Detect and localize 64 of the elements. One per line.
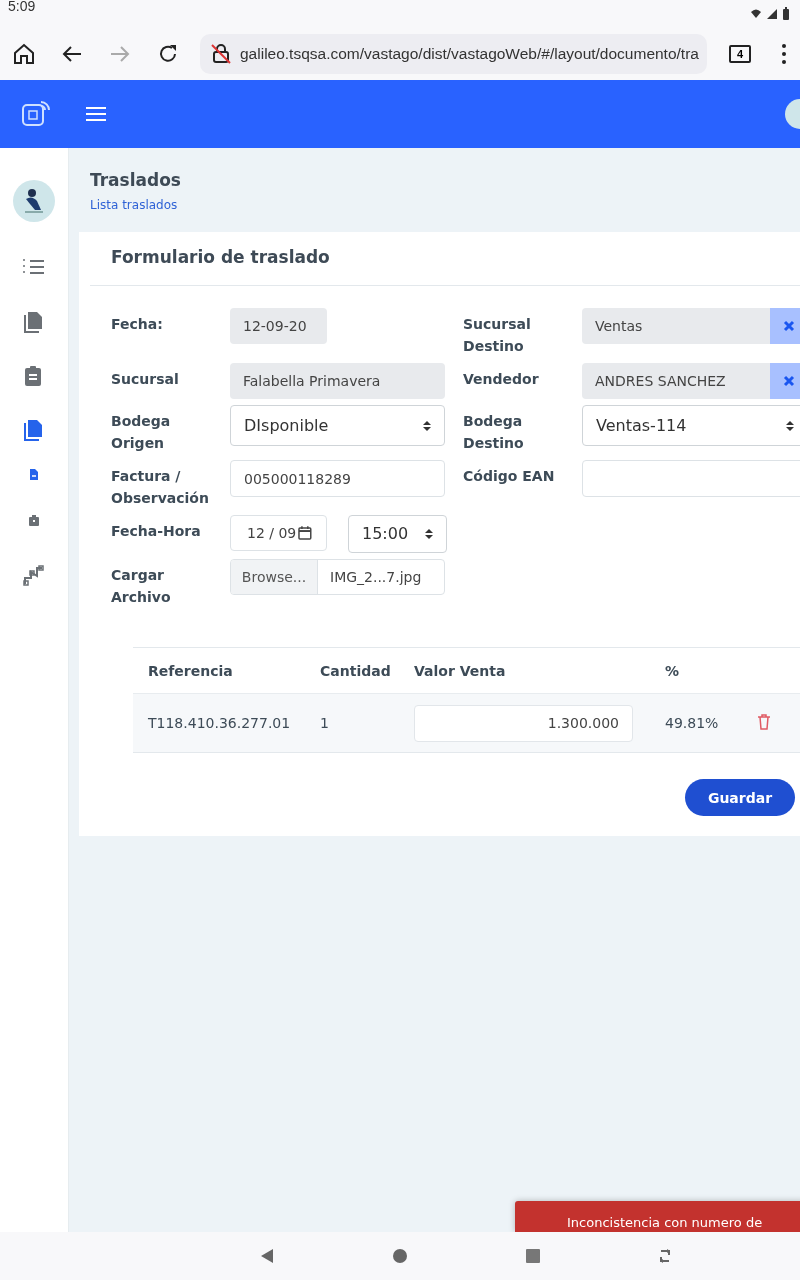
select-field[interactable]: Ventas-114	[582, 405, 800, 446]
browse-button[interactable]: Browse...	[231, 560, 318, 594]
home-icon[interactable]	[12, 42, 36, 66]
sort-caret-icon	[425, 528, 433, 540]
menu-icon[interactable]	[86, 106, 106, 122]
clipboard-icon[interactable]	[28, 514, 40, 526]
readonly-field: Falabella Primavera	[230, 363, 445, 399]
chart-icon[interactable]	[22, 564, 46, 588]
more-menu-icon[interactable]	[781, 42, 787, 66]
battery-icon	[782, 7, 790, 21]
toast-message: Inconcistencia con numero de	[567, 1215, 763, 1230]
readonly-field: ANDRES SANCHEZ	[582, 363, 770, 399]
avatar-icon[interactable]	[13, 180, 55, 222]
save-button[interactable]: Guardar	[685, 779, 795, 816]
file-field[interactable]: Browse... IMG_2...7.jpg	[230, 559, 445, 595]
field-label: Cargar Archivo	[111, 566, 172, 607]
select-field[interactable]: DIsponible	[230, 405, 445, 446]
tab-count-button[interactable]: 4	[729, 45, 751, 63]
field-label: Vendedor	[463, 370, 540, 389]
input-field[interactable]	[582, 460, 800, 497]
document-icon[interactable]	[28, 468, 40, 480]
rotate-icon[interactable]	[658, 1248, 672, 1264]
time-select[interactable]: 15:00	[348, 515, 447, 553]
field-label: Sucursal	[111, 370, 180, 389]
table-cell-text: 49.81%	[665, 715, 720, 731]
clear-button[interactable]	[770, 308, 800, 344]
column-header: Valor Venta	[414, 662, 507, 679]
input-field[interactable]: 1.300.000	[414, 704, 633, 742]
readonly-field: 12-09-20	[230, 308, 327, 344]
form-title: Formulario de traslado	[110, 246, 331, 269]
field-label: Bodega Destino	[463, 412, 525, 453]
column-header: %	[665, 662, 681, 679]
date-field[interactable]: 12 / 09	[230, 515, 327, 551]
sort-caret-icon	[786, 419, 794, 432]
input-field[interactable]: 005000118289	[230, 460, 445, 497]
sort-caret-icon	[423, 419, 431, 432]
url-text: galileo.tsqsa.com/vastago/dist/vastagoWeb/#/layout/documento/tra	[240, 45, 699, 63]
address-bar[interactable]: galileo.tsqsa.com/vastago/dist/vastagoWeb/#/layout/documento/tra	[200, 34, 707, 74]
back-nav-icon[interactable]	[259, 1248, 275, 1264]
readonly-field: Ventas	[582, 308, 770, 344]
nfc-logo-icon[interactable]	[21, 99, 51, 129]
close-icon	[783, 375, 795, 387]
file-name: IMG_2...7.jpg	[329, 568, 422, 587]
field-label: Fecha:	[111, 315, 164, 334]
field-label: Factura / Observación	[111, 467, 210, 508]
field-label: Código EAN	[463, 467, 556, 486]
page-title: Traslados	[90, 170, 182, 190]
calendar-icon	[298, 526, 312, 540]
breadcrumb-link[interactable]: Lista traslados	[90, 198, 178, 212]
status-time: 5:09	[8, 0, 37, 16]
column-header: Referencia	[147, 662, 234, 679]
field-label: Sucursal Destino	[463, 315, 532, 356]
recents-icon[interactable]	[525, 1248, 541, 1264]
lock-icon	[210, 43, 232, 65]
clear-button[interactable]	[770, 363, 800, 399]
home-nav-icon[interactable]	[392, 1248, 408, 1264]
table-cell-text: 1	[320, 715, 330, 731]
field-label: Fecha-Hora	[111, 522, 202, 541]
signal-icon	[766, 7, 778, 21]
field-label: Bodega Origen	[111, 412, 172, 453]
trash-icon[interactable]	[757, 713, 771, 730]
table-cell-text: T118.410.36.277.01	[147, 715, 292, 731]
close-icon	[783, 320, 795, 332]
column-header: Cantidad	[320, 662, 392, 679]
